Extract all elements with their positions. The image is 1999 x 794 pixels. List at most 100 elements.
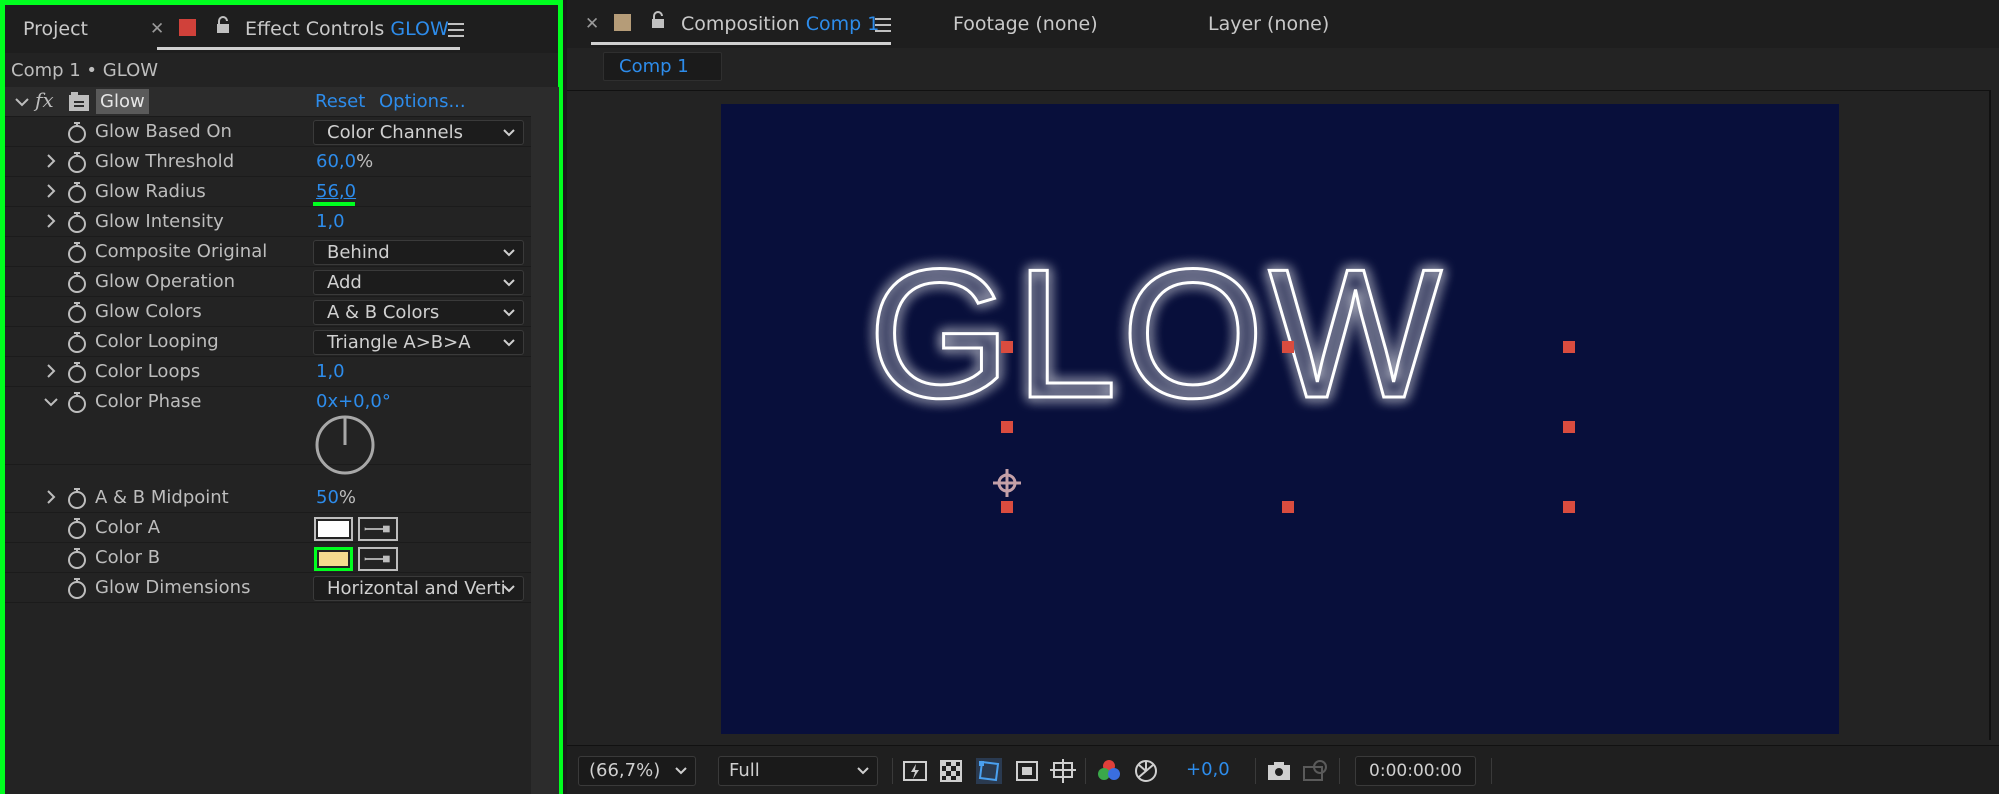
lock-icon[interactable] <box>651 11 665 29</box>
chevron-right-icon[interactable] <box>45 213 57 229</box>
color-b-swatch[interactable] <box>314 547 353 571</box>
property-label: Color Looping <box>95 331 219 352</box>
transform-handle[interactable] <box>1282 341 1294 353</box>
angle-dial[interactable] <box>314 414 376 476</box>
transform-handle[interactable] <box>1563 501 1575 513</box>
panel-menu-icon[interactable] <box>448 23 464 37</box>
camera-snapshot-icon[interactable] <box>1266 758 1292 784</box>
glow-text-layer[interactable]: GLOW <box>721 104 1839 734</box>
effect-controls-list: fx Glow Reset Options... Glow Based On C… <box>5 87 531 794</box>
glow-colors-dropdown[interactable]: A & B Colors <box>313 300 524 325</box>
transform-handle[interactable] <box>1001 341 1013 353</box>
chevron-right-icon[interactable] <box>45 183 57 199</box>
chevron-right-icon[interactable] <box>45 363 57 379</box>
stopwatch-icon[interactable] <box>67 391 87 413</box>
transform-handle[interactable] <box>1001 421 1013 433</box>
property-row-color-a: Color A <box>5 513 531 543</box>
panel-menu-icon[interactable] <box>875 18 891 32</box>
comp-navigator-tab[interactable]: Comp 1 <box>603 52 722 81</box>
breadcrumb: Comp 1 • GLOW <box>11 60 159 81</box>
region-of-interest-icon[interactable] <box>1014 758 1040 784</box>
transform-handle[interactable] <box>1563 421 1575 433</box>
highlight-underline <box>313 202 355 206</box>
channels-icon[interactable] <box>1096 758 1122 784</box>
dropdown-value: (66,7%) <box>589 760 661 781</box>
stopwatch-icon[interactable] <box>67 181 87 203</box>
label-color-swatch[interactable] <box>179 19 196 36</box>
composition-viewer[interactable]: GLOW <box>567 90 1991 740</box>
stopwatch-icon[interactable] <box>67 301 87 323</box>
mask-path-visibility-icon[interactable] <box>976 758 1002 784</box>
exposure-value[interactable]: +0,0 <box>1186 759 1230 780</box>
chevron-down-icon[interactable] <box>15 97 29 107</box>
effect-name[interactable]: Glow <box>96 89 149 114</box>
glow-based-on-dropdown[interactable]: Color Channels <box>313 120 524 145</box>
toolbar-separator <box>1491 758 1492 784</box>
current-time-display[interactable]: 0:00:00:00 <box>1355 756 1476 786</box>
tab-project[interactable]: Project <box>23 18 88 40</box>
tab-footage[interactable]: Footage (none) <box>953 13 1098 35</box>
fast-previews-icon[interactable] <box>902 758 928 784</box>
show-snapshot-icon[interactable] <box>1302 758 1328 784</box>
glow-intensity-value[interactable]: 1,0 <box>316 211 345 232</box>
reset-link[interactable]: Reset <box>315 91 365 112</box>
lock-icon[interactable] <box>216 16 230 34</box>
anchor-point-icon[interactable] <box>991 467 1023 499</box>
property-row-color-phase: Color Phase 0x+0,0° <box>5 387 531 475</box>
tab-composition[interactable]: Composition Comp 1 <box>681 13 879 35</box>
color-loops-value[interactable]: 1,0 <box>316 361 345 382</box>
composite-original-dropdown[interactable]: Behind <box>313 240 524 265</box>
vertical-scrollbar[interactable] <box>531 87 559 794</box>
stopwatch-icon[interactable] <box>67 241 87 263</box>
color-phase-value[interactable]: 0x+0,0° <box>316 391 391 412</box>
app-window: Project ✕ Effect Controls GLOW Comp 1 • … <box>0 0 1999 794</box>
stopwatch-icon[interactable] <box>67 547 87 569</box>
color-a-swatch[interactable] <box>314 517 353 541</box>
options-link[interactable]: Options... <box>379 91 466 112</box>
tab-effect-controls[interactable]: Effect Controls GLOW <box>245 18 449 40</box>
exposure-reset-icon[interactable] <box>1133 758 1159 784</box>
label-color-swatch[interactable] <box>614 14 631 31</box>
stopwatch-icon[interactable] <box>67 361 87 383</box>
tab-composition-label: Composition <box>681 13 800 35</box>
magnification-dropdown[interactable]: (66,7%) <box>578 756 696 786</box>
property-row-glow-threshold: Glow Threshold 60,0% <box>5 147 531 177</box>
transform-handle[interactable] <box>1001 501 1013 513</box>
tab-composition-name: Comp 1 <box>805 13 880 35</box>
stopwatch-icon[interactable] <box>67 211 87 233</box>
composition-canvas[interactable]: GLOW <box>721 104 1839 734</box>
chevron-down-icon[interactable] <box>43 396 59 408</box>
transform-handle[interactable] <box>1563 341 1575 353</box>
stopwatch-icon[interactable] <box>67 577 87 599</box>
stopwatch-icon[interactable] <box>67 151 87 173</box>
close-icon[interactable]: ✕ <box>585 14 599 34</box>
glow-threshold-value[interactable]: 60,0% <box>316 151 373 172</box>
transform-handle[interactable] <box>1282 501 1294 513</box>
stopwatch-icon[interactable] <box>67 487 87 509</box>
glow-radius-value[interactable]: 56,0 <box>316 181 356 202</box>
tab-layer[interactable]: Layer (none) <box>1208 13 1329 35</box>
resolution-dropdown[interactable]: Full <box>718 756 878 786</box>
property-label: Glow Based On <box>95 121 232 142</box>
stopwatch-icon[interactable] <box>67 331 87 353</box>
stopwatch-icon[interactable] <box>67 271 87 293</box>
color-a-fill <box>318 521 349 537</box>
ab-midpoint-value[interactable]: 50% <box>316 487 356 508</box>
transparency-grid-icon[interactable] <box>938 758 964 784</box>
viewer-toolbar: (66,7%) Full +0,0 0:00:00:00 <box>567 745 1999 794</box>
eyedropper-icon[interactable] <box>358 547 398 571</box>
chevron-right-icon[interactable] <box>45 153 57 169</box>
chevron-right-icon[interactable] <box>45 489 57 505</box>
fx-toggle[interactable]: fx <box>35 88 54 112</box>
dropdown-value: Add <box>327 272 362 293</box>
eyedropper-icon[interactable] <box>358 517 398 541</box>
close-icon[interactable]: ✕ <box>150 19 164 39</box>
grid-guides-icon[interactable] <box>1050 758 1076 784</box>
stopwatch-icon[interactable] <box>67 121 87 143</box>
glow-text: GLOW <box>868 230 1446 436</box>
effect-preset-icon[interactable] <box>68 92 90 112</box>
glow-operation-dropdown[interactable]: Add <box>313 270 524 295</box>
glow-dimensions-dropdown[interactable]: Horizontal and Verti <box>313 576 524 601</box>
color-looping-dropdown[interactable]: Triangle A>B>A <box>313 330 524 355</box>
stopwatch-icon[interactable] <box>67 517 87 539</box>
